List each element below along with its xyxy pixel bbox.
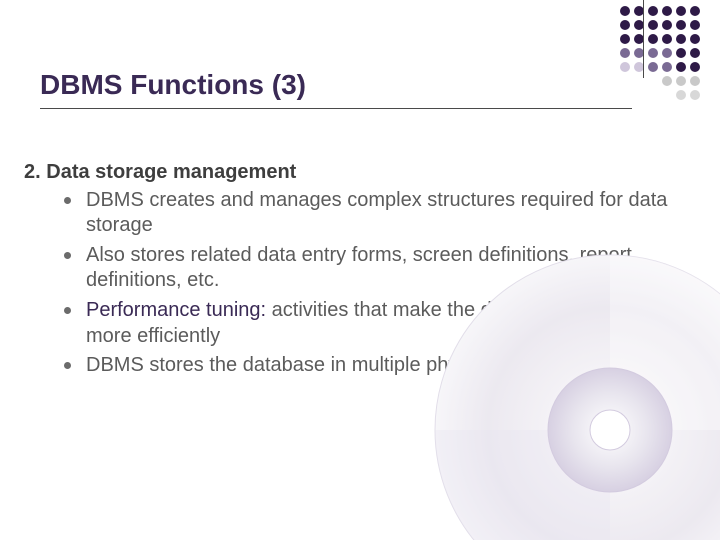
corner-dot-grid xyxy=(620,6,710,100)
bullet-text: DBMS stores the database in multiple phy… xyxy=(86,354,584,376)
bullet-item: DBMS stores the database in multiple phy… xyxy=(24,353,684,379)
title-block: DBMS Functions (3) xyxy=(40,70,630,101)
bullet-item: DBMS creates and manages complex structu… xyxy=(24,188,684,239)
bullet-item: Performance tuning: activities that make… xyxy=(24,298,684,349)
bullet-item: Also stores related data entry forms, sc… xyxy=(24,243,684,294)
bullet-text: Also stores related data entry forms, sc… xyxy=(86,244,632,292)
list-item-heading: 2. Data storage management xyxy=(24,160,684,186)
slide-title: DBMS Functions (3) xyxy=(40,70,630,101)
slide-body: 2. Data storage management DBMS creates … xyxy=(24,160,684,383)
item-number: 2. xyxy=(24,161,41,183)
bullet-term: Performance tuning: xyxy=(86,299,266,321)
decorative-rule-vertical xyxy=(643,0,644,78)
decorative-rule-horizontal xyxy=(40,108,632,109)
slide: DBMS Functions (3) 2. Data storage manag… xyxy=(0,0,720,540)
bullet-text: DBMS creates and manages complex structu… xyxy=(86,189,667,237)
item-title: Data storage management xyxy=(46,161,296,183)
bullet-list: DBMS creates and manages complex structu… xyxy=(24,188,684,379)
